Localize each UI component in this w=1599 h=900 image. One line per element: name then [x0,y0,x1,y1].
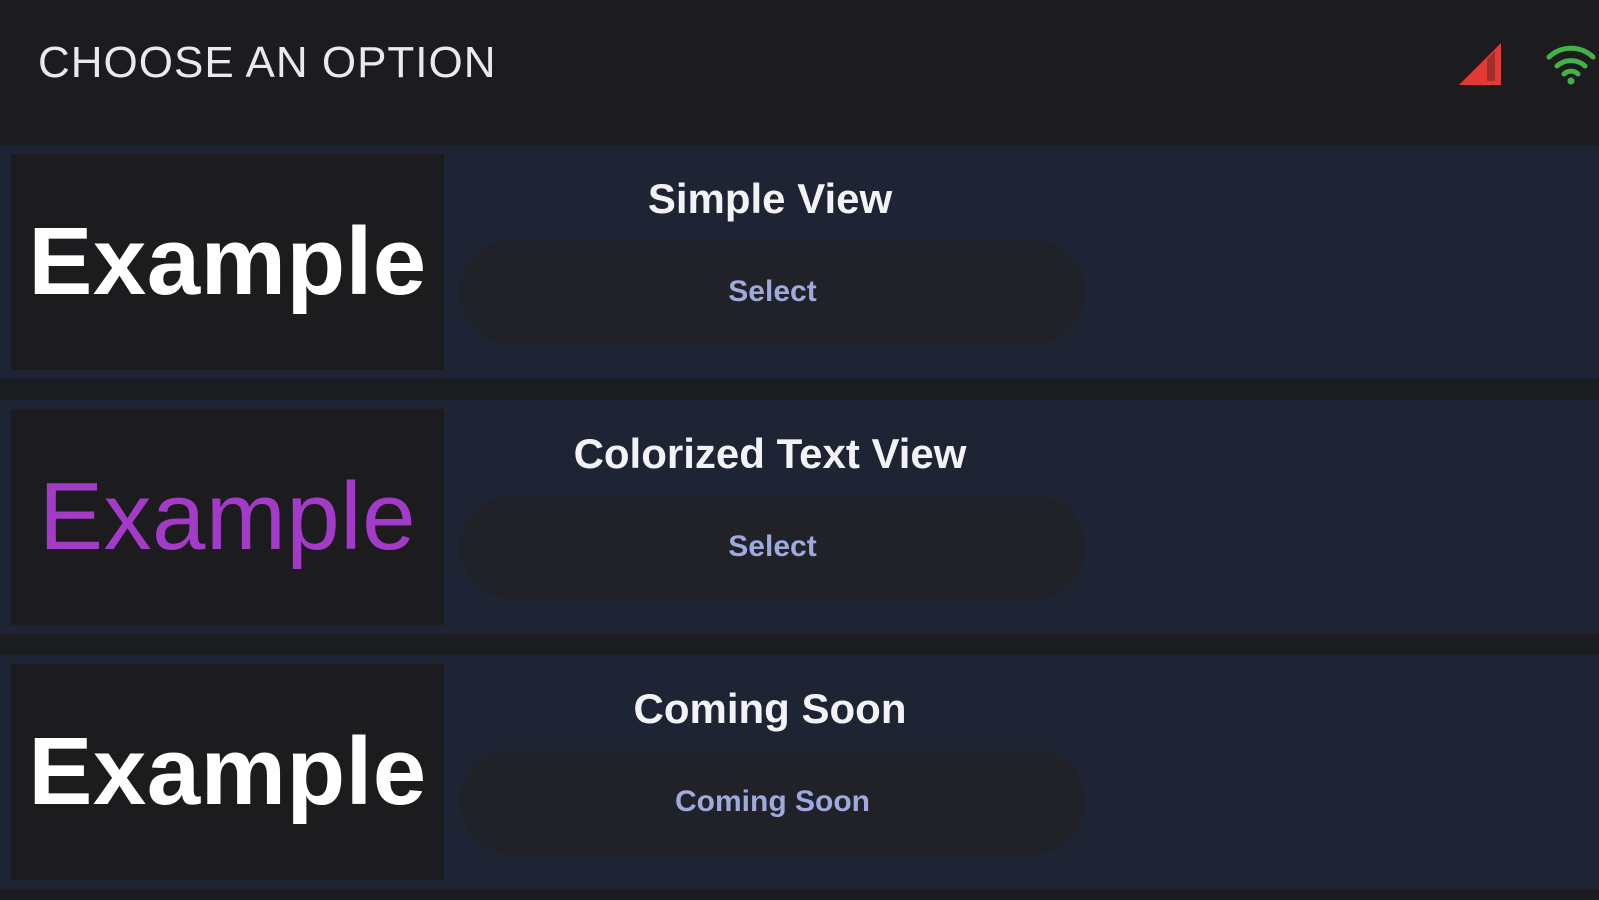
option-chooser-screen: CHOOSE AN OPTION Example Simple View Sel… [0,0,1599,900]
select-simple-view-button[interactable]: Select [460,240,1085,344]
select-button-label: Select [728,530,817,563]
bottom-strip [0,889,1599,900]
option-preview-text: Example [28,718,427,825]
row-divider [0,634,1599,654]
option-row-simple-view: Example Simple View Select [0,145,1599,379]
select-button-label: Select [728,275,817,308]
option-title: Simple View [647,175,893,222]
select-colorized-text-view-button[interactable]: Select [460,495,1085,599]
option-row-colorized-text-view: Example Colorized Text View Select [0,400,1599,634]
option-row-coming-soon: Example Coming Soon Coming Soon [0,655,1599,889]
option-preview-thumbnail: Example [11,154,444,370]
option-title: Coming Soon [633,685,907,732]
wifi-icon [1546,45,1596,85]
coming-soon-button[interactable]: Coming Soon [460,750,1085,854]
coming-soon-button-label: Coming Soon [675,785,870,818]
option-preview-thumbnail: Example [11,409,444,625]
option-preview-text: Example [28,208,427,315]
status-icons [1439,36,1599,88]
option-title: Colorized Text View [573,430,967,477]
row-divider [0,379,1599,399]
page-title: CHOOSE AN OPTION [38,38,497,87]
option-preview-text: Example [39,463,416,570]
option-preview-thumbnail: Example [11,664,444,880]
signal-icon [1459,43,1501,85]
header-bar: CHOOSE AN OPTION [0,0,1599,143]
